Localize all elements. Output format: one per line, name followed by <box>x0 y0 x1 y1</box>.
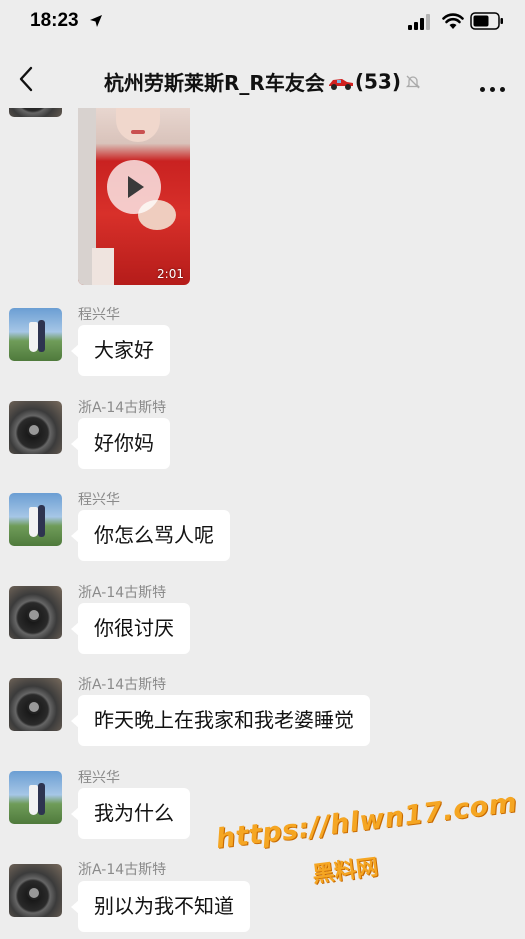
message-bubble[interactable]: 大家好 <box>71 325 170 376</box>
message-bubble[interactable]: 我为什么 <box>71 788 190 839</box>
avatar[interactable] <box>9 308 62 361</box>
member-count: (53) <box>354 69 401 94</box>
chat-header: 杭州劳斯莱斯R_R车友会 (53) <box>0 52 525 108</box>
cellular-signal-icon <box>408 14 430 30</box>
mute-bell-icon <box>405 75 421 88</box>
avatar[interactable] <box>9 493 62 546</box>
sender-name: 浙A-14古斯特 <box>78 400 167 416</box>
sender-name: 程兴华 <box>78 307 120 323</box>
video-message[interactable]: 2:01 <box>78 108 190 285</box>
wifi-icon <box>442 13 464 29</box>
avatar[interactable] <box>9 108 62 117</box>
avatar[interactable] <box>9 678 62 731</box>
sender-name: 浙A-14古斯特 <box>78 585 167 601</box>
avatar[interactable] <box>9 586 62 639</box>
chat-title: 杭州劳斯莱斯R_R车友会 (53) <box>0 67 525 96</box>
message-bubble[interactable]: 你很讨厌 <box>71 603 190 654</box>
avatar[interactable] <box>9 401 62 454</box>
more-options-button[interactable] <box>477 77 507 96</box>
message-bubble[interactable]: 好你妈 <box>71 418 170 469</box>
message-bubble[interactable]: 你怎么骂人呢 <box>71 510 230 561</box>
sender-name: 程兴华 <box>78 492 120 508</box>
group-name: 杭州劳斯莱斯R_R车友会 <box>104 71 325 95</box>
sender-name: 浙A-14古斯特 <box>78 862 167 878</box>
race-car-icon <box>328 78 353 90</box>
avatar[interactable] <box>9 771 62 824</box>
battery-icon <box>470 12 503 30</box>
message-bubble[interactable]: 昨天晚上在我家和我老婆睡觉 <box>71 695 370 746</box>
location-arrow-icon <box>90 15 102 27</box>
message-bubble[interactable]: 别以为我不知道 <box>71 881 250 932</box>
status-bar: 18:23 <box>0 0 525 44</box>
play-icon[interactable] <box>107 160 161 214</box>
status-time: 18:23 <box>30 10 79 31</box>
sender-name: 浙A-14古斯特 <box>78 677 167 693</box>
sender-name: 程兴华 <box>78 770 120 786</box>
video-duration: 2:01 <box>157 267 184 281</box>
avatar[interactable] <box>9 864 62 917</box>
